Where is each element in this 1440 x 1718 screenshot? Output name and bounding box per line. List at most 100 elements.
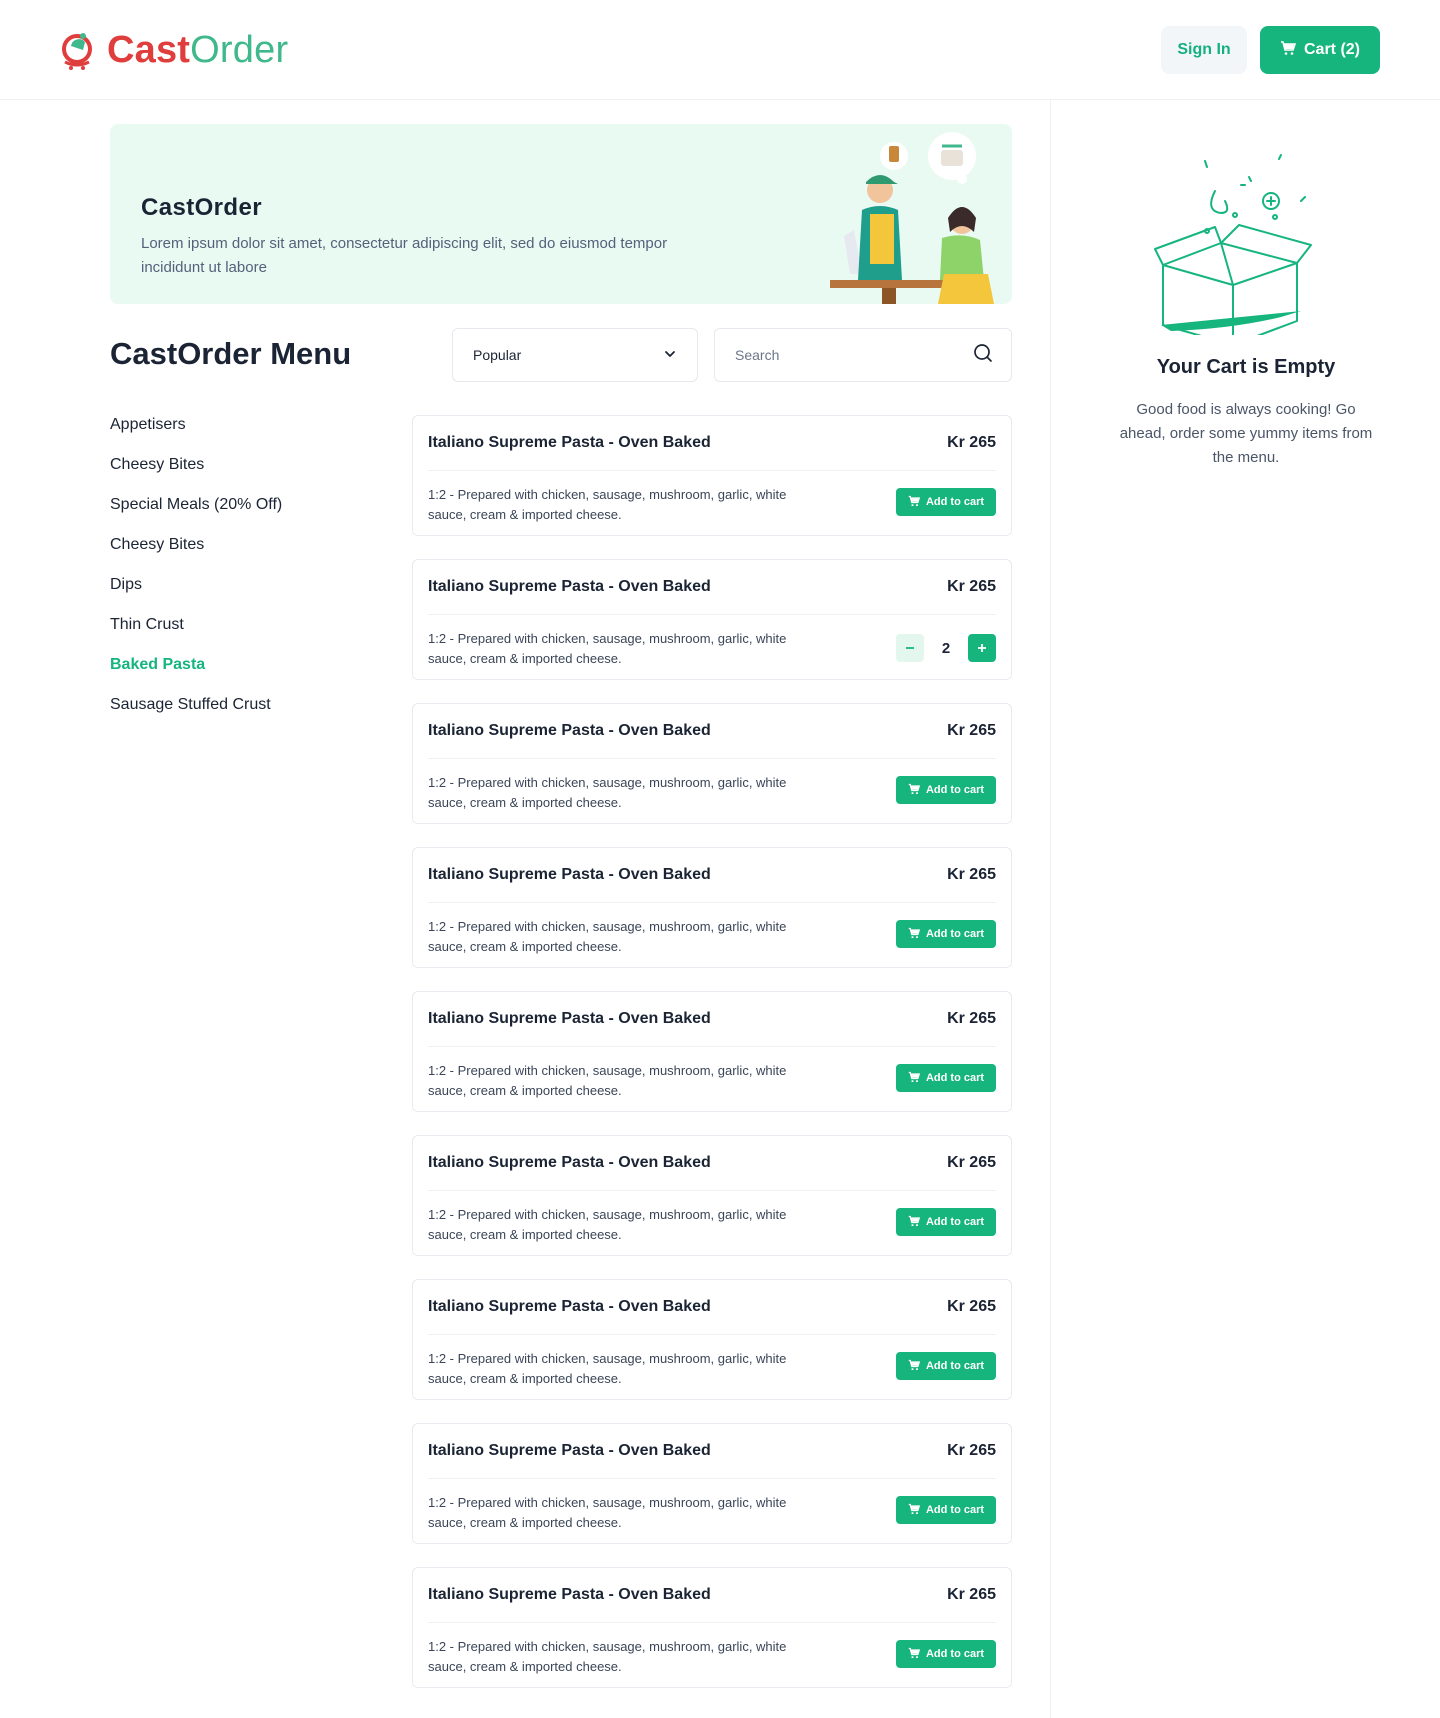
- chevron-down-icon: [663, 347, 677, 364]
- menu-item-price: Kr 265: [947, 866, 996, 883]
- menu-title: CastOrder Menu: [110, 336, 352, 371]
- category-item-appetisers[interactable]: Appetisers: [110, 412, 282, 452]
- menu-item-card: Italiano Supreme Pasta - Oven Baked Kr 2…: [412, 1279, 1012, 1400]
- add-to-cart-label: Add to cart: [925, 1504, 985, 1516]
- add-to-cart-label: Add to cart: [925, 928, 985, 940]
- brand-name-part2: Order: [190, 29, 289, 71]
- sort-dropdown-value: Popular: [473, 347, 522, 363]
- category-list: Appetisers Cheesy Bites Special Meals (2…: [110, 412, 282, 732]
- add-to-cart-button[interactable]: Add to cart: [896, 488, 996, 516]
- category-item-dips[interactable]: Dips: [110, 572, 282, 612]
- menu-item-price: Kr 265: [947, 578, 996, 595]
- menu-item-divider: [428, 614, 996, 615]
- cart-button[interactable]: Cart (2): [1260, 26, 1380, 74]
- cart-icon: [908, 1359, 921, 1374]
- category-item-cheesy-bites[interactable]: Cheesy Bites: [110, 452, 282, 492]
- add-to-cart-button[interactable]: Add to cart: [896, 1064, 996, 1092]
- menu-item-name: Italiano Supreme Pasta - Oven Baked: [428, 1010, 711, 1027]
- menu-item-card: Italiano Supreme Pasta - Oven Baked Kr 2…: [412, 1567, 1012, 1688]
- menu-item-description: 1:2 - Prepared with chicken, sausage, mu…: [428, 1207, 787, 1242]
- add-to-cart-button[interactable]: Add to cart: [896, 920, 996, 948]
- menu-item-divider: [428, 758, 996, 759]
- promo-banner: CastOrder Lorem ipsum dolor sit amet, co…: [110, 124, 1012, 304]
- empty-cart-title: Your Cart is Empty: [1156, 356, 1336, 378]
- add-to-cart-label: Add to cart: [925, 1360, 985, 1372]
- add-to-cart-label: Add to cart: [925, 784, 985, 796]
- menu-item-price: Kr 265: [947, 1010, 996, 1027]
- menu-item-description: 1:2 - Prepared with chicken, sausage, mu…: [428, 775, 787, 810]
- menu-item-price: Kr 265: [947, 1442, 996, 1459]
- add-to-cart-button[interactable]: Add to cart: [896, 1208, 996, 1236]
- menu-item-name: Italiano Supreme Pasta - Oven Baked: [428, 722, 711, 739]
- empty-cart-text: Good food is always cooking! Go ahead, o…: [1119, 401, 1373, 466]
- add-to-cart-button[interactable]: Add to cart: [896, 1352, 996, 1380]
- decrease-quantity-button[interactable]: [896, 634, 924, 662]
- brand-name-part1: Cast: [107, 29, 191, 71]
- cart-button-label: Cart (2): [1303, 41, 1360, 58]
- menu-item-name: Italiano Supreme Pasta - Oven Baked: [428, 578, 711, 595]
- menu-item-divider: [428, 470, 996, 471]
- menu-item-description: 1:2 - Prepared with chicken, sausage, mu…: [428, 919, 787, 954]
- menu-item-description: 1:2 - Prepared with chicken, sausage, mu…: [428, 1063, 787, 1098]
- add-to-cart-button[interactable]: Add to cart: [896, 1640, 996, 1668]
- add-to-cart-label: Add to cart: [925, 1648, 985, 1660]
- menu-item-name: Italiano Supreme Pasta - Oven Baked: [428, 1586, 711, 1603]
- menu-item-name: Italiano Supreme Pasta - Oven Baked: [428, 1298, 711, 1315]
- category-item-cheesy-bites-2[interactable]: Cheesy Bites: [110, 532, 282, 572]
- menu-item-card: Italiano Supreme Pasta - Oven Baked Kr 2…: [412, 559, 1012, 680]
- plus-icon: [976, 637, 988, 660]
- sign-in-button[interactable]: Sign In: [1161, 26, 1247, 74]
- menu-item-price: Kr 265: [947, 1586, 996, 1603]
- menu-item-name: Italiano Supreme Pasta - Oven Baked: [428, 1154, 711, 1171]
- cart-icon: [908, 783, 921, 798]
- menu-item-divider: [428, 1190, 996, 1191]
- banner-title: CastOrder: [141, 194, 262, 221]
- top-header: CastOrder Sign In Cart (2): [0, 0, 1440, 100]
- add-to-cart-label: Add to cart: [925, 496, 985, 508]
- cart-icon: [908, 927, 921, 942]
- cart-panel: Your Cart is Empty Good food is always c…: [1050, 100, 1440, 1718]
- menu-item-list: Italiano Supreme Pasta - Oven Baked Kr 2…: [412, 415, 1012, 1711]
- menu-item-description: 1:2 - Prepared with chicken, sausage, mu…: [428, 1351, 787, 1386]
- cart-icon: [908, 1647, 921, 1662]
- menu-item-card: Italiano Supreme Pasta - Oven Baked Kr 2…: [412, 415, 1012, 536]
- category-item-baked-pasta[interactable]: Baked Pasta: [110, 652, 282, 692]
- add-to-cart-button[interactable]: Add to cart: [896, 1496, 996, 1524]
- menu-item-description: 1:2 - Prepared with chicken, sausage, mu…: [428, 487, 787, 522]
- quantity-value: 2: [941, 639, 951, 657]
- brand-logo[interactable]: CastOrder: [57, 28, 288, 72]
- menu-item-name: Italiano Supreme Pasta - Oven Baked: [428, 866, 711, 883]
- cart-icon: [908, 495, 921, 510]
- banner-text: Lorem ipsum dolor sit amet, consectetur …: [141, 235, 668, 276]
- menu-item-divider: [428, 902, 996, 903]
- menu-item-divider: [428, 1622, 996, 1623]
- ordering-illustration: [782, 124, 1012, 304]
- increase-quantity-button[interactable]: [968, 634, 996, 662]
- menu-item-price: Kr 265: [947, 722, 996, 739]
- empty-box-illustration: [1131, 145, 1361, 346]
- category-item-special-meals[interactable]: Special Meals (20% Off): [110, 492, 282, 532]
- sort-dropdown[interactable]: Popular: [452, 328, 698, 382]
- quantity-stepper: 2: [896, 634, 996, 662]
- add-to-cart-button[interactable]: Add to cart: [896, 776, 996, 804]
- castorder-logo-icon: [57, 28, 101, 72]
- menu-item-price: Kr 265: [947, 1298, 996, 1315]
- menu-item-price: Kr 265: [947, 434, 996, 451]
- menu-item-card: Italiano Supreme Pasta - Oven Baked Kr 2…: [412, 1135, 1012, 1256]
- menu-item-card: Italiano Supreme Pasta - Oven Baked Kr 2…: [412, 703, 1012, 824]
- menu-item-divider: [428, 1334, 996, 1335]
- search-icon[interactable]: [973, 343, 993, 368]
- menu-item-card: Italiano Supreme Pasta - Oven Baked Kr 2…: [412, 847, 1012, 968]
- menu-item-card: Italiano Supreme Pasta - Oven Baked Kr 2…: [412, 1423, 1012, 1544]
- menu-item-card: Italiano Supreme Pasta - Oven Baked Kr 2…: [412, 991, 1012, 1112]
- menu-item-description: 1:2 - Prepared with chicken, sausage, mu…: [428, 631, 787, 666]
- add-to-cart-label: Add to cart: [925, 1072, 985, 1084]
- cart-icon: [908, 1071, 921, 1086]
- search-input[interactable]: [735, 347, 973, 363]
- category-item-thin-crust[interactable]: Thin Crust: [110, 612, 282, 652]
- menu-item-divider: [428, 1478, 996, 1479]
- search-box[interactable]: [714, 328, 1012, 382]
- category-item-sausage-stuffed-crust[interactable]: Sausage Stuffed Crust: [110, 692, 282, 732]
- cart-icon: [1280, 40, 1297, 61]
- cart-icon: [908, 1503, 921, 1518]
